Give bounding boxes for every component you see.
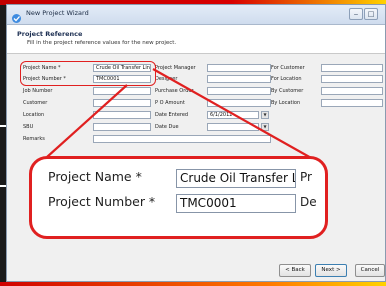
callout-connectors (46, 68, 314, 160)
cancel-button[interactable]: Cancel (355, 264, 385, 277)
bottom-banner-stripe (0, 282, 386, 286)
zoom-cut-label-1: Pr (300, 170, 312, 184)
zoom-cut-label-2: De (300, 195, 317, 209)
zoom-project-number-field: TMC0001 (176, 194, 296, 213)
zoom-callout: Project Name * Crude Oil Transfer Line P… (29, 156, 328, 239)
next-button[interactable]: Next > (315, 264, 347, 277)
zoom-project-name-label: Project Name * (48, 169, 142, 184)
wizard-window: New Project Wizard ‒ □ Project Reference… (6, 4, 386, 282)
back-button[interactable]: < Back (279, 264, 311, 277)
zoom-project-name-field: Crude Oil Transfer Line (176, 169, 296, 188)
zoom-project-number-label: Project Number * (48, 194, 156, 209)
